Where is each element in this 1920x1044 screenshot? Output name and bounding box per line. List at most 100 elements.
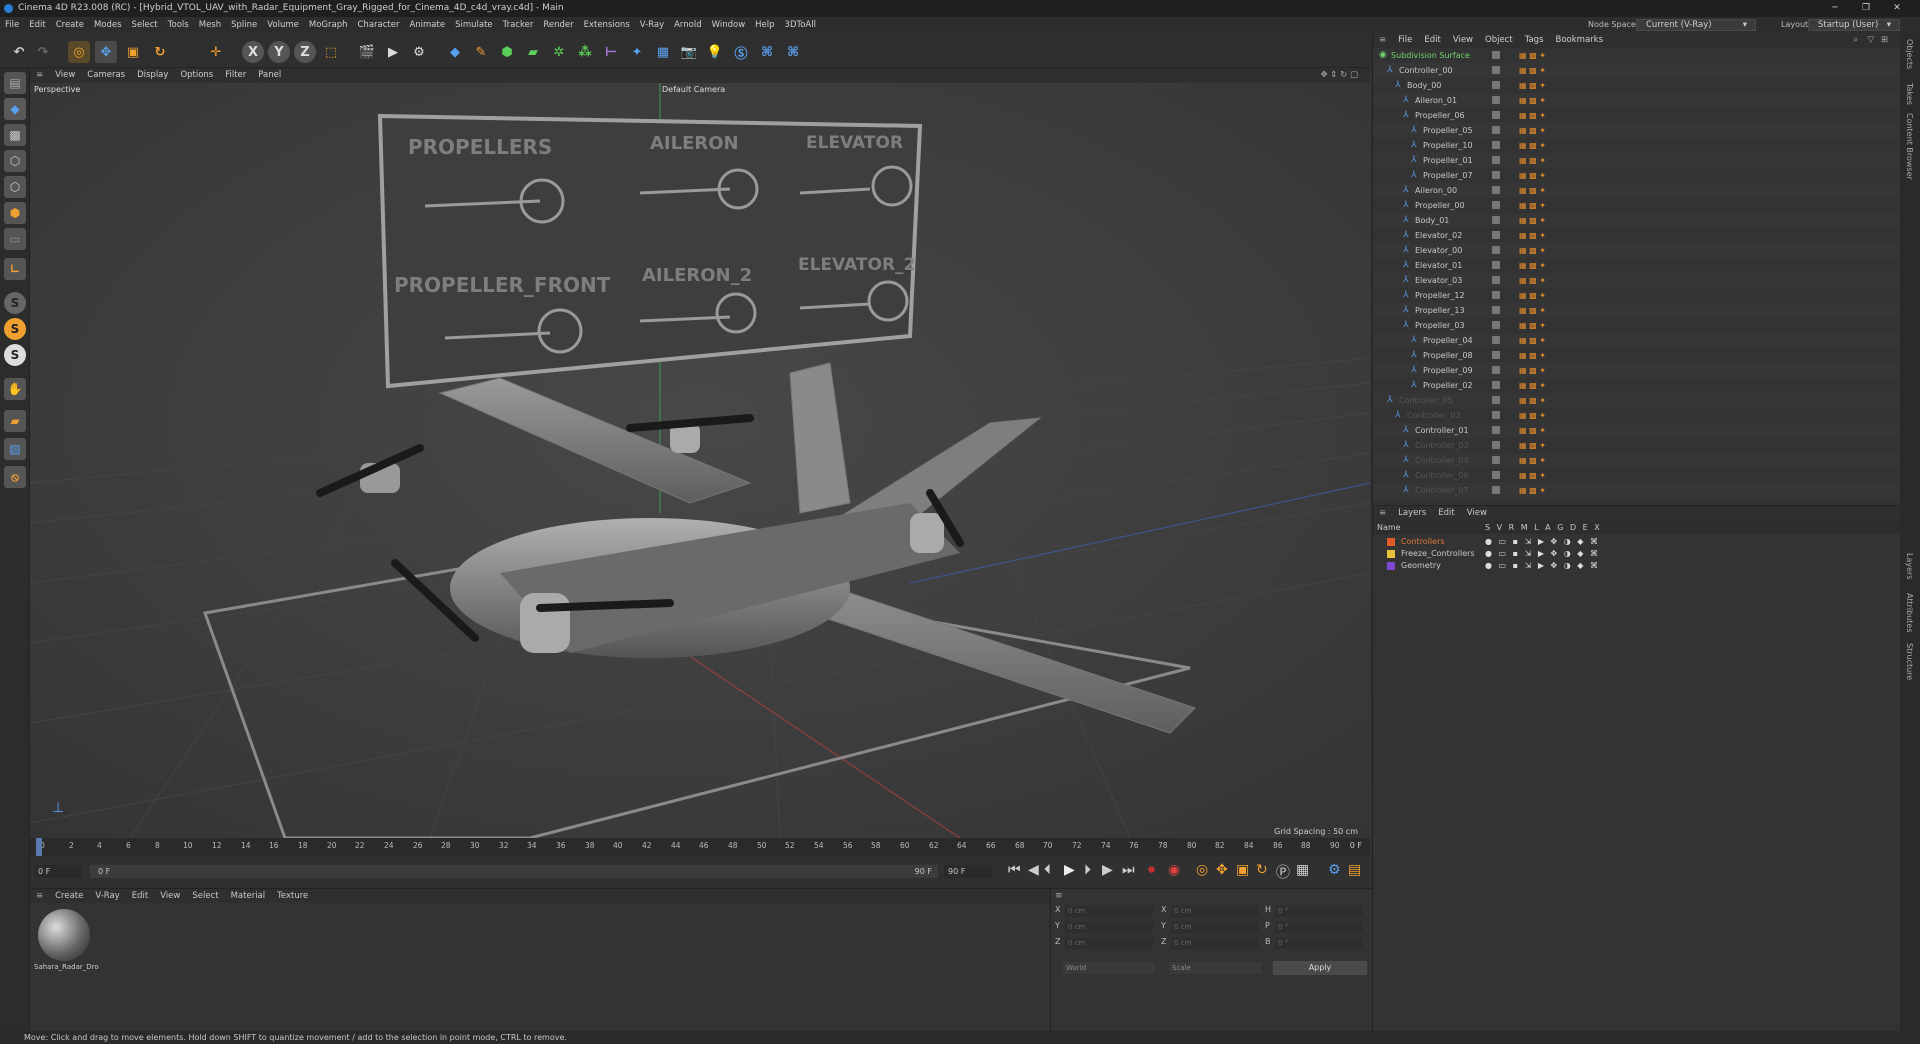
tab-layers[interactable]: Layers (1905, 553, 1914, 579)
menu-simulate[interactable]: Simulate (450, 17, 498, 33)
viewport-menu-view[interactable]: View (49, 68, 81, 83)
visibility-toggle[interactable] (1492, 351, 1500, 359)
layer-row[interactable]: Freeze_Controllers ● ▭ ▪ ⇲ ▶ ✥ ◑ ◆ ⌘ (1373, 548, 1901, 560)
render-settings-icon[interactable]: ⚙ (408, 41, 430, 63)
cube-icon[interactable]: ◆ (444, 41, 466, 63)
hamburger-icon[interactable]: ≡ (30, 891, 49, 901)
tag-icons[interactable]: ▦ ▩ ✦ (1519, 288, 1546, 303)
menu-tracker[interactable]: Tracker (498, 17, 539, 33)
menu-render[interactable]: Render (538, 17, 578, 33)
tag-icons[interactable]: ▦ ▩ ✦ (1519, 198, 1546, 213)
hamburger-icon[interactable]: ≡ (30, 68, 49, 83)
visibility-toggle[interactable] (1492, 201, 1500, 209)
layer-color-swatch[interactable] (1387, 538, 1395, 546)
object-row[interactable]: ⅄ Propeller_13 ▦ ▩ ✦ (1373, 303, 1901, 318)
floor-icon[interactable]: ▦ (652, 41, 674, 63)
tab-structure[interactable]: Structure (1905, 643, 1914, 680)
visibility-toggle[interactable] (1492, 171, 1500, 179)
visibility-toggle[interactable] (1492, 66, 1500, 74)
coord-value-field[interactable]: 0 cm (1171, 905, 1259, 917)
visibility-toggle[interactable] (1492, 141, 1500, 149)
tag-icons[interactable]: ▦ ▩ ✦ (1519, 468, 1546, 483)
object-row[interactable]: ⅄ Controller_04 ▦ ▩ ✦ (1373, 453, 1901, 468)
minimize-icon[interactable]: ─ (1820, 0, 1850, 17)
z-axis-icon[interactable]: Z (294, 41, 316, 63)
object-row[interactable]: ⅄ Controller_05 ▦ ▩ ✦ (1373, 393, 1901, 408)
visibility-toggle[interactable] (1492, 246, 1500, 254)
viewport-camera-label[interactable]: Default Camera (662, 85, 725, 94)
visibility-toggle[interactable] (1492, 336, 1500, 344)
tag-icons[interactable]: ▦ ▩ ✦ (1519, 228, 1546, 243)
object-row[interactable]: ⅄ Elevator_01 ▦ ▩ ✦ (1373, 258, 1901, 273)
snap-icon[interactable]: S (4, 292, 26, 314)
tag-icons[interactable]: ▦ ▩ ✦ (1519, 453, 1546, 468)
object-row[interactable]: ⅄ Propeller_05 ▦ ▩ ✦ (1373, 123, 1901, 138)
apply-button[interactable]: Apply (1273, 961, 1367, 975)
menu-arnold[interactable]: Arnold (669, 17, 707, 33)
next-key-icon[interactable]: ▶ (1102, 862, 1113, 878)
object-row[interactable]: ⅄ Propeller_01 ▦ ▩ ✦ (1373, 153, 1901, 168)
object-menu-file[interactable]: File (1392, 33, 1418, 48)
object-row[interactable]: ⅄ Controller_06 ▦ ▩ ✦ (1373, 468, 1901, 483)
start-frame-field[interactable]: 0 F (34, 865, 82, 878)
coord-value-field[interactable]: 0 cm (1065, 937, 1153, 949)
viewport-menu-panel[interactable]: Panel (252, 68, 287, 83)
visibility-toggle[interactable] (1492, 396, 1500, 404)
light-icon[interactable]: 💡 (704, 41, 726, 63)
uv-mode-icon[interactable]: ▭ (4, 228, 26, 250)
lock-icon[interactable]: ▧ (4, 438, 26, 460)
visibility-toggle[interactable] (1492, 231, 1500, 239)
layer-toggle-icons[interactable]: ● ▭ ▪ ⇲ ▶ ✥ ◑ ◆ ⌘ (1485, 536, 1600, 548)
object-mode-icon[interactable]: ◆ (4, 98, 26, 120)
material-menu-create[interactable]: Create (49, 891, 89, 901)
field-icon[interactable]: ✦ (626, 41, 648, 63)
hamburger-icon[interactable]: ≡ (1055, 891, 1063, 901)
x-axis-icon[interactable]: X (242, 41, 264, 63)
visibility-toggle[interactable] (1492, 186, 1500, 194)
object-row[interactable]: ◉ Subdivision Surface ▦ ▩ ✦ (1373, 48, 1901, 63)
tag-icons[interactable]: ▦ ▩ ✦ (1519, 378, 1546, 393)
object-row[interactable]: ⅄ Propeller_06 ▦ ▩ ✦ (1373, 108, 1901, 123)
tag-icons[interactable]: ▦ ▩ ✦ (1519, 423, 1546, 438)
timeline-ruler[interactable]: 0 2 4 6 8 10 12 14 16 18 20 22 24 26 28 30 32 34 36 38 40 42 4… (30, 838, 1370, 856)
key-param-icon[interactable]: Ⓟ (1276, 862, 1290, 882)
scale-icon[interactable]: ▣ (122, 41, 144, 63)
object-menu-tags[interactable]: Tags (1519, 33, 1550, 48)
object-row[interactable]: ⅄ Propeller_10 ▦ ▩ ✦ (1373, 138, 1901, 153)
coordinate-system-icon[interactable]: ⬚ (320, 41, 342, 63)
move-icon[interactable]: ✥ (95, 41, 117, 63)
coord-scale-dropdown[interactable]: Scale (1169, 962, 1261, 974)
tag-icons[interactable]: ▦ ▩ ✦ (1519, 318, 1546, 333)
object-row[interactable]: ⅄ Propeller_08 ▦ ▩ ✦ (1373, 348, 1901, 363)
tag-icons[interactable]: ▦ ▩ ✦ (1519, 258, 1546, 273)
coord-value-field[interactable]: 0 cm (1065, 905, 1153, 917)
visibility-toggle[interactable] (1492, 96, 1500, 104)
tab-content-browser[interactable]: Content Browser (1905, 113, 1914, 180)
visibility-toggle[interactable] (1492, 381, 1500, 389)
script-icon[interactable]: ⌘ (782, 41, 804, 63)
object-menu-edit[interactable]: Edit (1418, 33, 1446, 48)
tag-icons[interactable]: ▦ ▩ ✦ (1519, 363, 1546, 378)
cloner-icon[interactable]: ✲ (548, 41, 570, 63)
visibility-toggle[interactable] (1492, 291, 1500, 299)
visibility-toggle[interactable] (1492, 276, 1500, 284)
visibility-toggle[interactable] (1492, 216, 1500, 224)
key-position-icon[interactable]: ✥ (1216, 862, 1228, 878)
tag-icons[interactable]: ▦ ▩ ✦ (1519, 438, 1546, 453)
layer-menu-edit[interactable]: Edit (1432, 508, 1460, 518)
object-row[interactable]: ⅄ Controller_00 ▦ ▩ ✦ (1373, 63, 1901, 78)
grid-icon[interactable]: ▰ (4, 410, 26, 432)
material-menu-texture[interactable]: Texture (271, 891, 314, 901)
tag-icons[interactable]: ▦ ▩ ✦ (1519, 123, 1546, 138)
texture-mode-icon[interactable]: ▩ (4, 124, 26, 146)
render-region-icon[interactable]: 🎬 (356, 41, 378, 63)
viewport-nav-icons[interactable]: ✥ ⇕ ↻ ▢ (1314, 68, 1364, 83)
tag-icons[interactable]: ▦ ▩ ✦ (1519, 243, 1546, 258)
menu-animate[interactable]: Animate (404, 17, 450, 33)
pen-icon[interactable]: ✎ (470, 41, 492, 63)
visibility-toggle[interactable] (1492, 126, 1500, 134)
menu-mograph[interactable]: MoGraph (304, 17, 353, 33)
object-row[interactable]: ⅄ Elevator_02 ▦ ▩ ✦ (1373, 228, 1901, 243)
snap-settings-icon[interactable]: S (4, 318, 26, 340)
object-menu-view[interactable]: View (1447, 33, 1479, 48)
